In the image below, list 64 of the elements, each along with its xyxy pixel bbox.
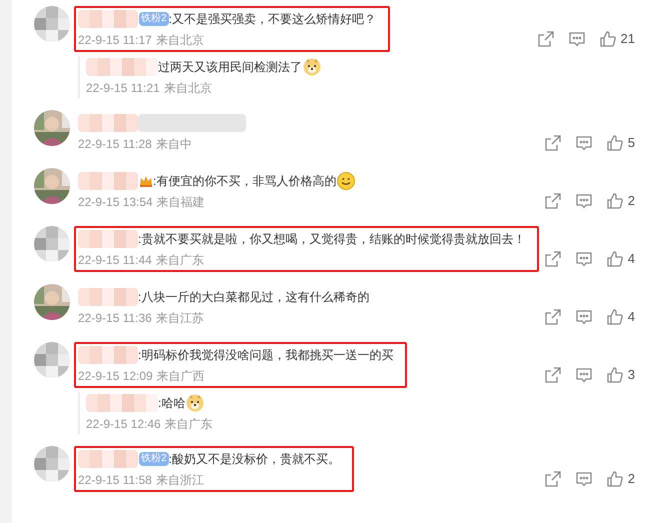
comment-time: 22-9-15 12:09 (78, 368, 153, 385)
comment-icon[interactable] (574, 470, 593, 488)
comment-text: 过两天又该用民间检测法了 (158, 59, 302, 76)
comment-time: 22-9-15 11:36 (78, 310, 152, 327)
comment-time: 22-9-15 13:54 (78, 194, 153, 211)
thumbs-up-icon (606, 470, 624, 488)
like-button[interactable]: 5 (606, 133, 635, 153)
blurred-name (86, 394, 158, 412)
like-button[interactable]: 4 (606, 249, 635, 269)
comment-time: 22-9-15 11:44 (78, 252, 152, 269)
share-icon[interactable] (544, 192, 562, 210)
thumbs-up-icon (606, 134, 624, 152)
comment-location: 来自中 (156, 136, 192, 153)
share-icon[interactable] (544, 250, 562, 268)
comment-text: :酸奶又不是没标价，贵就不买。 (168, 451, 340, 468)
like-button[interactable]: 3 (606, 365, 635, 385)
thumbs-up-icon (606, 366, 624, 384)
like-button[interactable]: 4 (606, 307, 635, 327)
share-icon[interactable] (544, 134, 562, 152)
comment-time: 22-9-15 11:28 (78, 136, 152, 153)
comment-location: 来自北京 (164, 80, 212, 97)
thumbs-up-icon (606, 308, 624, 326)
comment-time: 22-9-15 11:17 (78, 32, 152, 49)
like-button[interactable]: 2 (606, 191, 635, 211)
blurred-name (78, 230, 138, 248)
thumbs-up-icon (606, 192, 624, 210)
comment-location: 来自广东 (156, 252, 204, 269)
blurred-name (78, 10, 138, 28)
fan-badge: 铁粉2 (139, 12, 169, 26)
comment-text: :哈哈 (158, 395, 186, 412)
blurred-name (78, 288, 138, 306)
thumbs-up-icon (598, 30, 617, 48)
comment-icon[interactable] (568, 30, 586, 48)
comment-text: :有便宜的你不买，非骂人价格高的 (153, 173, 336, 190)
share-icon[interactable] (544, 366, 562, 384)
blurred-name (78, 346, 138, 364)
blurred-name (78, 450, 138, 468)
thumbs-up-icon (606, 250, 624, 268)
comment-time: 22-9-15 11:58 (78, 472, 152, 489)
comment-icon[interactable] (574, 192, 593, 210)
comment-location: 来自广西 (156, 368, 205, 385)
comment-icon[interactable] (574, 134, 593, 152)
comment-time: 22-9-15 11:21 (86, 80, 160, 97)
comment-icon[interactable] (574, 308, 593, 326)
blurred-name (78, 172, 138, 190)
comment-text: :贵就不要买就是啦，你又想喝，又觉得贵，结账的时候觉得贵就放回去！ (138, 231, 526, 248)
like-button[interactable]: 2 (606, 469, 635, 489)
share-icon[interactable] (544, 470, 562, 488)
fan-badge: 铁粉2 (139, 452, 169, 466)
share-icon[interactable] (536, 30, 555, 48)
like-button[interactable]: 21 (598, 29, 635, 49)
comment-icon[interactable] (574, 250, 593, 268)
comment-location: 来自北京 (156, 32, 204, 49)
comment-text: :又不是强买强卖，不要这么矫情好吧？ (168, 11, 376, 28)
comment-time: 22-9-15 12:46 (86, 416, 161, 433)
comment-icon[interactable] (574, 366, 593, 384)
comment-location: 来自广东 (164, 416, 213, 433)
comment-location: 来自江苏 (156, 310, 204, 327)
comment-text: :明码标价我觉得没啥问题，我都挑买一送一的买 (138, 347, 394, 364)
comment-location: 来自福建 (156, 194, 205, 211)
share-icon[interactable] (544, 308, 562, 326)
comment-text: :八块一斤的大白菜都见过，这有什么稀奇的 (138, 289, 370, 306)
blurred-name (86, 58, 158, 76)
comment-location: 来自浙江 (156, 472, 204, 489)
